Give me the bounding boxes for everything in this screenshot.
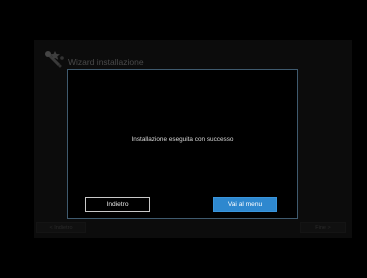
go-to-menu-button[interactable]: Vai al menu — [213, 197, 277, 212]
background-next-button: Fine > — [300, 222, 346, 233]
wizard-wand-icon — [44, 50, 66, 70]
success-dialog: Installazione eseguita con successo Indi… — [67, 69, 298, 219]
wizard-title: Wizard installazione — [68, 57, 144, 67]
back-button[interactable]: Indietro — [85, 197, 150, 212]
background-prev-button: < Indietro — [36, 222, 86, 233]
success-message: Installazione eseguita con successo — [131, 136, 234, 143]
screen: Wizard installazione < Indietro Fine > I… — [0, 0, 367, 278]
